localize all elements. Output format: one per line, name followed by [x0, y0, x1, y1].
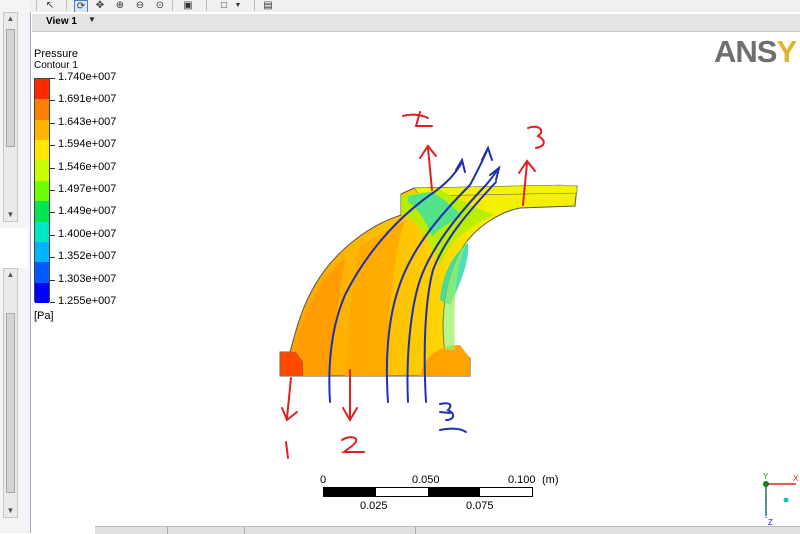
handwritten-digit-2	[341, 436, 365, 453]
scale-unit: (m)	[542, 474, 559, 486]
scale-label-0100: 0.100	[508, 474, 536, 486]
scale-segment	[376, 488, 428, 496]
handwritten-digit-3	[527, 125, 545, 149]
scale-label-0075: 0.075	[466, 500, 494, 512]
triad-marker	[783, 497, 789, 503]
handwritten-digit-3	[439, 402, 467, 433]
scale-label-0: 0	[320, 474, 327, 486]
scale-label-0025: 0.025	[360, 500, 388, 512]
triad-origin	[763, 481, 769, 487]
arrow-inlet-1	[281, 377, 298, 422]
scale-segment	[428, 488, 480, 496]
arrow-outlet-4	[419, 144, 437, 191]
streamline-arrow	[481, 145, 493, 161]
scale-segment	[480, 488, 532, 496]
handwritten-digit-1	[285, 441, 289, 459]
scale-segment	[324, 488, 376, 496]
axis-label-y: Y	[763, 472, 769, 481]
scale-bar	[323, 487, 533, 497]
contour-plot: 4 3 1 2 3	[279, 111, 578, 459]
arrow-inlet-2	[342, 369, 358, 422]
axis-triad: Y X Z	[763, 472, 799, 527]
axis-label-x: X	[793, 474, 799, 483]
handwritten-digit-4	[402, 111, 433, 127]
scale-label-0050: 0.050	[412, 474, 440, 486]
